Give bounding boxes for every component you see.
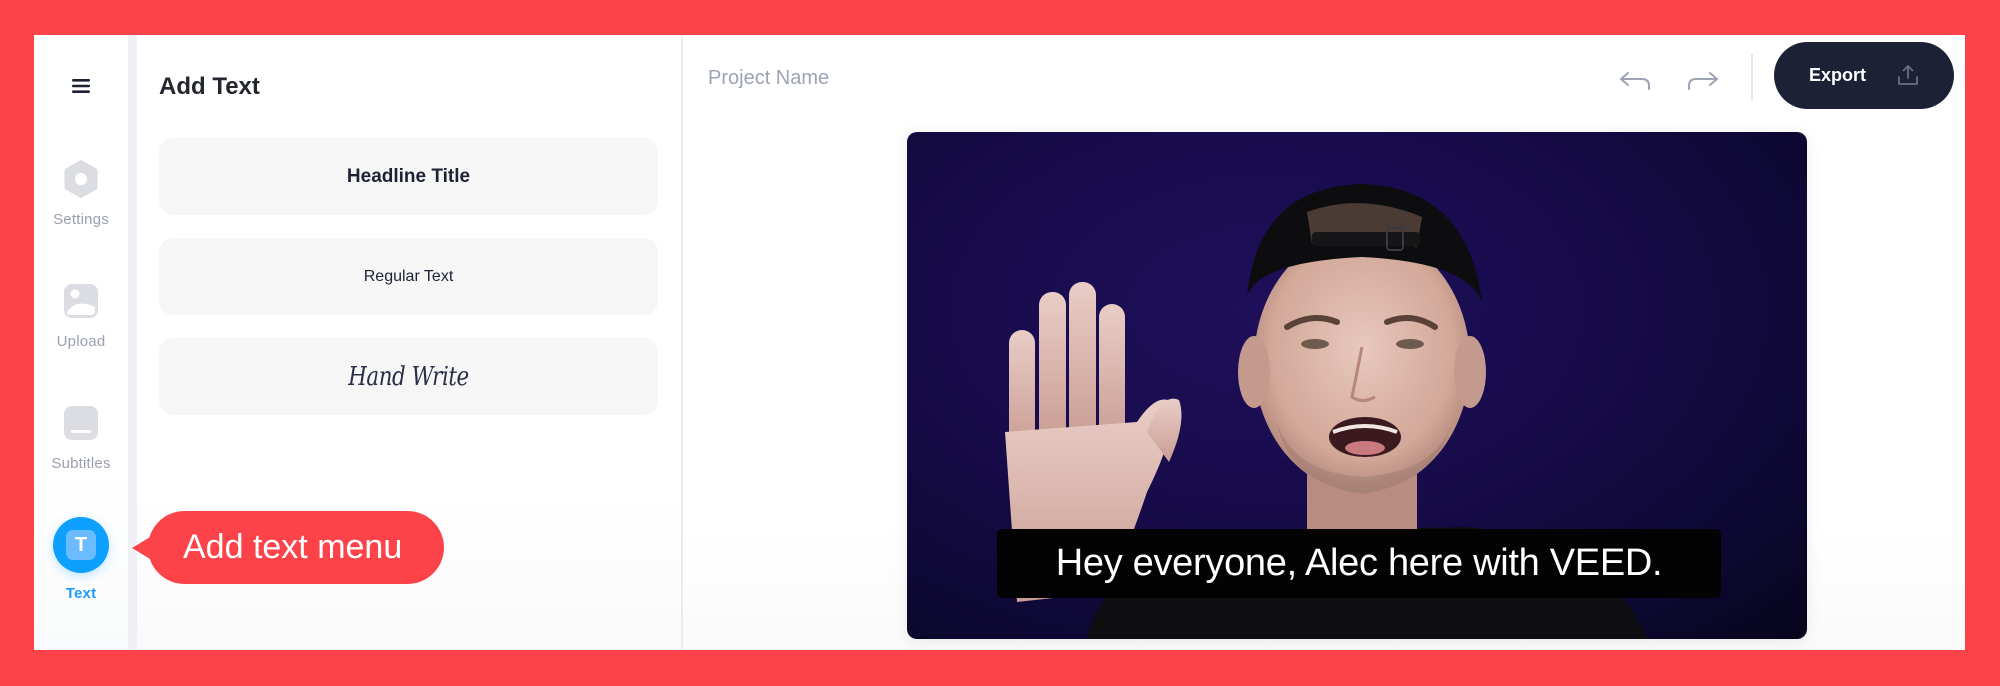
panel-title: Add Text bbox=[159, 73, 260, 100]
export-button[interactable]: Export bbox=[1774, 42, 1954, 109]
subtitle-caption[interactable]: Hey everyone, Alec here with VEED. bbox=[997, 529, 1721, 598]
hand-write-preset[interactable]: Hand Write bbox=[159, 338, 658, 415]
rail-item-text[interactable]: T Text bbox=[34, 517, 128, 602]
rail-item-label: Upload bbox=[56, 333, 106, 350]
left-rail: Settings Upload Subtitles T Text bbox=[34, 35, 128, 650]
hand-write-label: Hand Write bbox=[348, 361, 469, 392]
export-label: Export bbox=[1809, 65, 1867, 85]
redo-icon bbox=[1688, 72, 1718, 90]
editor-window: Settings Upload Subtitles T Text Add Tex… bbox=[34, 35, 1965, 650]
rail-item-settings[interactable]: Settings bbox=[34, 160, 128, 228]
text-button[interactable]: T bbox=[53, 517, 109, 573]
image-upload-icon bbox=[64, 284, 98, 318]
hamburger-menu-icon bbox=[72, 79, 90, 93]
video-preview[interactable]: Hey everyone, Alec here with VEED. bbox=[907, 132, 1807, 639]
project-name-input[interactable]: Project Name bbox=[708, 67, 829, 90]
redo-button[interactable] bbox=[1681, 59, 1725, 103]
rail-item-label: Subtitles bbox=[51, 455, 111, 472]
regular-text-preset[interactable]: Regular Text bbox=[159, 238, 658, 315]
rail-item-label: Settings bbox=[53, 211, 109, 228]
subtitles-icon bbox=[64, 406, 98, 440]
settings-icon bbox=[64, 160, 98, 198]
rail-item-subtitles[interactable]: Subtitles bbox=[34, 405, 128, 472]
toolbar-divider bbox=[1751, 54, 1753, 100]
menu-button[interactable] bbox=[66, 71, 96, 101]
undo-icon bbox=[1620, 72, 1650, 90]
callout-text: Add text menu bbox=[183, 528, 403, 566]
rail-item-label: Text bbox=[65, 585, 97, 602]
add-text-menu-callout: Add text menu bbox=[132, 511, 444, 584]
rail-item-upload[interactable]: Upload bbox=[34, 283, 128, 350]
headline-title-preset[interactable]: Headline Title bbox=[159, 138, 658, 215]
upload-icon bbox=[1898, 65, 1918, 85]
undo-button[interactable] bbox=[1613, 59, 1657, 103]
text-icon: T bbox=[66, 530, 96, 560]
main-editor: Project Name Export Hey everyone, Alec h… bbox=[683, 35, 1965, 650]
